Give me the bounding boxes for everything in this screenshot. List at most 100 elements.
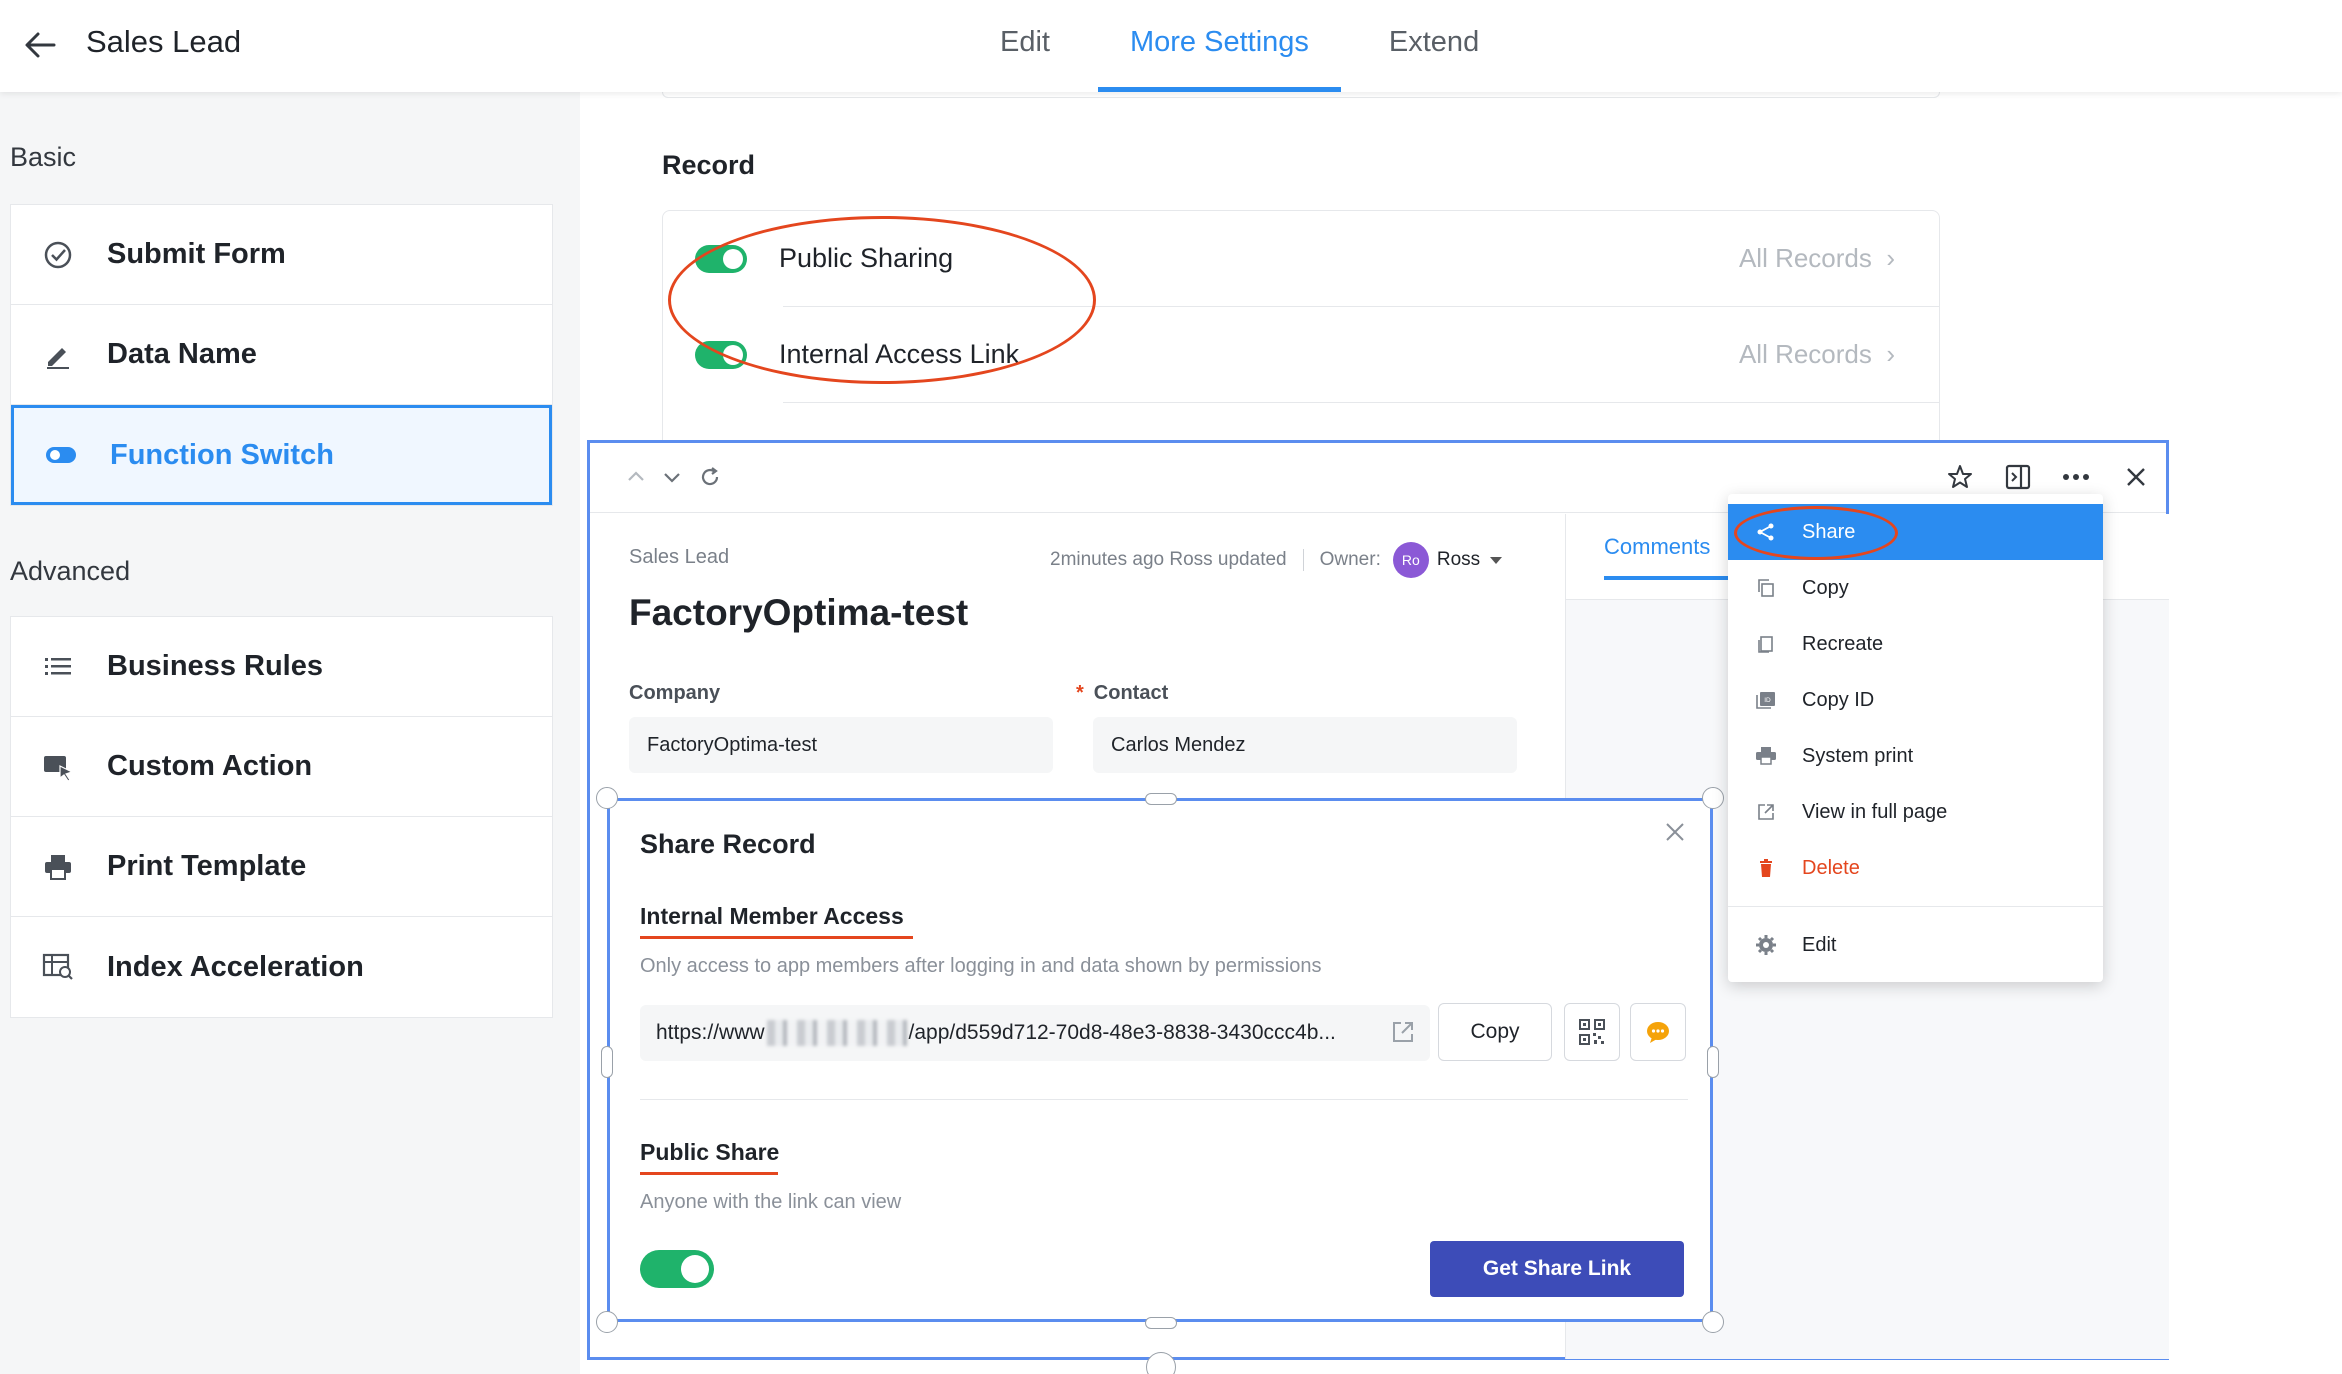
chat-share-icon[interactable] [1630, 1003, 1686, 1061]
resize-handle[interactable] [1145, 793, 1177, 805]
internal-access-link-row[interactable]: Internal Access Link All Records › [663, 307, 1939, 402]
public-sharing-label: Public Sharing [779, 243, 954, 273]
owner-label: Owner: [1319, 549, 1381, 570]
owner-name[interactable]: Ross [1437, 549, 1480, 571]
menu-item-label: Edit [1802, 933, 1837, 956]
sidebar-item-custom-action[interactable]: Custom Action [11, 717, 552, 817]
sidebar-item-function-switch[interactable]: Function Switch [11, 405, 552, 505]
settings-sidebar: Basic Submit Form Data Name Function Swi… [0, 92, 580, 1374]
record-section-title: Record [662, 150, 756, 180]
rotate-handle[interactable] [1146, 1352, 1176, 1374]
gear-icon [1754, 933, 1778, 957]
resize-handle[interactable] [1707, 1046, 1719, 1078]
sidebar-item-submit-form[interactable]: Submit Form [11, 205, 552, 305]
redacted-url-segment [766, 1020, 907, 1046]
app-title: Sales Lead [86, 24, 242, 59]
menu-item-label: Copy ID [1802, 688, 1875, 711]
title-underline [640, 1172, 778, 1175]
internal-access-toggle[interactable] [695, 340, 747, 369]
qr-code-icon[interactable] [1564, 1003, 1620, 1061]
svg-text:ID: ID [1764, 697, 1771, 704]
record-title: FactoryOptima-test [629, 592, 969, 633]
resize-handle[interactable] [1145, 1317, 1177, 1329]
menu-item-label: System print [1802, 744, 1914, 767]
toggle-icon [44, 438, 78, 472]
menu-item-recreate[interactable]: Recreate [1728, 616, 2103, 672]
public-share-description: Anyone with the link can view [640, 1191, 902, 1213]
all-records-link[interactable]: All Records › [1739, 339, 1895, 370]
share-icon [1754, 520, 1778, 544]
more-icon[interactable] [2060, 461, 2092, 493]
share-record-modal: Share Record Internal Member Access Only… [607, 798, 1713, 1322]
public-sharing-toggle[interactable] [695, 244, 747, 273]
resize-handle[interactable] [596, 787, 618, 809]
internal-access-title: Internal Member Access [640, 903, 904, 929]
sidebar-item-label: Data Name [107, 338, 257, 370]
close-icon[interactable] [2120, 461, 2152, 493]
share-url-field[interactable]: https://www/app/d559d712-70d8-48e3-8838-… [640, 1005, 1430, 1061]
updated-text: 2minutes ago Ross updated [1050, 549, 1287, 570]
menu-item-system-print[interactable]: System print [1728, 728, 2103, 784]
menu-item-copy[interactable]: Copy [1728, 560, 2103, 616]
recreate-icon [1754, 632, 1778, 656]
star-icon[interactable] [1944, 461, 1976, 493]
menu-divider [1728, 906, 2103, 907]
menu-item-view-full-page[interactable]: View in full page [1728, 784, 2103, 840]
caret-down-icon[interactable] [1490, 556, 1503, 564]
menu-item-share[interactable]: Share [1728, 504, 2103, 560]
record-meta: 2minutes ago Ross updated Owner: Ro Ross [1050, 542, 1503, 578]
resize-handle[interactable] [1702, 1311, 1724, 1333]
sidebar-item-label: Business Rules [107, 650, 323, 682]
copy-link-button[interactable]: Copy [1438, 1003, 1552, 1061]
chevron-down-icon[interactable] [656, 461, 688, 493]
title-underline [640, 936, 913, 939]
internal-access-description: Only access to app members after logging… [640, 955, 1322, 977]
menu-item-edit[interactable]: Edit [1728, 917, 2103, 973]
top-header: Sales Lead Edit More Settings Extend [0, 0, 2342, 92]
trash-icon [1754, 856, 1778, 880]
sidebar-item-print-template[interactable]: Print Template [11, 817, 552, 917]
share-modal-title: Share Record [640, 829, 816, 859]
cursor-card-icon [41, 750, 75, 784]
company-field[interactable]: FactoryOptima-test [629, 717, 1053, 773]
meta-separator [1302, 549, 1304, 571]
record-settings-card: Public Sharing All Records › Internal Ac… [662, 210, 1940, 470]
menu-item-delete[interactable]: Delete [1728, 840, 2103, 896]
all-records-link[interactable]: All Records › [1739, 243, 1895, 274]
tab-more-settings[interactable]: More Settings [1090, 0, 1349, 92]
open-link-icon[interactable] [1390, 1019, 1418, 1047]
avatar: Ro [1392, 542, 1429, 578]
sidebar-item-label: Custom Action [107, 750, 313, 782]
tab-comments[interactable]: Comments [1604, 534, 1730, 580]
public-sharing-row[interactable]: Public Sharing All Records › [663, 211, 1939, 306]
resize-handle[interactable] [1702, 787, 1724, 809]
tab-extend[interactable]: Extend [1349, 0, 1519, 92]
printer-icon [1754, 744, 1778, 768]
public-share-toggle[interactable] [640, 1250, 714, 1288]
section-divider [640, 1099, 1688, 1100]
get-share-link-button[interactable]: Get Share Link [1430, 1241, 1684, 1297]
menu-item-label: Delete [1802, 856, 1860, 879]
sidebar-item-label: Print Template [107, 850, 307, 882]
resize-handle[interactable] [601, 1046, 613, 1078]
back-arrow-icon[interactable] [18, 22, 64, 68]
chevron-up-icon[interactable] [620, 461, 652, 493]
sidebar-item-business-rules[interactable]: Business Rules [11, 617, 552, 717]
tab-edit[interactable]: Edit [960, 0, 1090, 92]
id-card-icon: ID [1754, 688, 1778, 712]
breadcrumb: Sales Lead [629, 546, 730, 568]
menu-item-copy-id[interactable]: ID Copy ID [1728, 672, 2103, 728]
company-field-label: Company [629, 682, 721, 704]
refresh-icon[interactable] [694, 461, 726, 493]
advanced-section-label: Advanced [10, 556, 131, 586]
sidebar-item-index-acceleration[interactable]: Index Acceleration [11, 917, 552, 1017]
close-icon[interactable] [1660, 817, 1690, 847]
row-divider [783, 402, 1939, 403]
resize-handle[interactable] [596, 1311, 618, 1333]
previous-card-edge [662, 92, 1940, 98]
more-actions-menu: Share Copy Recreate ID Copy ID System pr… [1728, 494, 2103, 982]
side-panel-icon[interactable] [2002, 461, 2034, 493]
sidebar-item-data-name[interactable]: Data Name [11, 305, 552, 405]
contact-field[interactable]: Carlos Mendez [1093, 717, 1517, 773]
table-search-icon [41, 950, 75, 984]
